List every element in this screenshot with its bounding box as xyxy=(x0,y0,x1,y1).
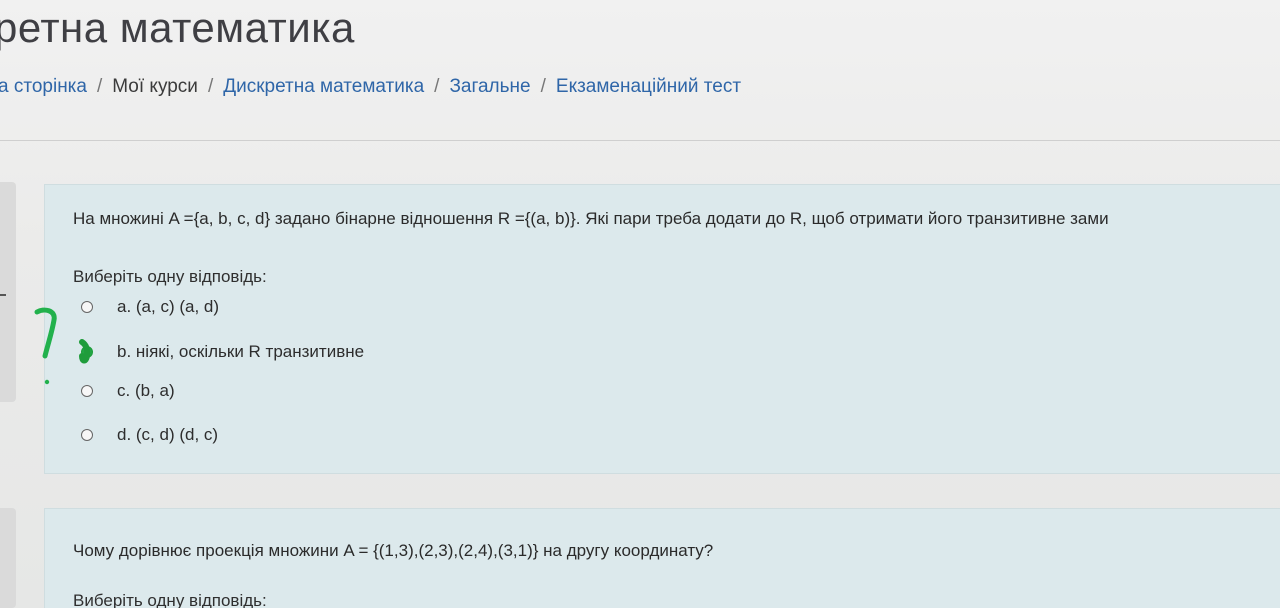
breadcrumb-quiz[interactable]: Екзаменаційний тест xyxy=(556,76,741,98)
radio-button[interactable] xyxy=(81,385,93,397)
answer-option-a[interactable]: a. (a, c) (a, d) xyxy=(81,297,219,317)
answer-label: a. (a, c) (a, d) xyxy=(117,297,220,316)
question-text: Чому дорівнює проекція множини A = {(1,3… xyxy=(73,541,714,560)
radio-button-selected[interactable] xyxy=(81,346,93,358)
answer-option-d[interactable]: d. (c, d) (d, c) xyxy=(81,425,218,445)
breadcrumb: а сторінка / Мої курси / Дискретна матем… xyxy=(0,76,741,98)
breadcrumb-separator: / xyxy=(540,76,546,97)
breadcrumb-section[interactable]: Загальне xyxy=(449,76,530,98)
answer-label: b. ніякі, оскільки R транзитивне xyxy=(117,342,365,361)
answer-label: c. (b, a) xyxy=(117,381,175,400)
answer-option-c[interactable]: c. (b, a) xyxy=(81,381,175,401)
question-info-tab[interactable] xyxy=(0,182,16,402)
breadcrumb-my-courses[interactable]: Мої курси xyxy=(112,76,198,98)
radio-button[interactable] xyxy=(81,429,93,441)
page: ретна математика а сторінка / Мої курси … xyxy=(0,0,1280,608)
answer-prompt: Виберіть одну відповідь: xyxy=(73,591,267,608)
breadcrumb-course[interactable]: Дискретна математика xyxy=(223,76,424,98)
breadcrumb-separator: / xyxy=(434,76,440,97)
question-card: Чому дорівнює проекція множини A = {(1,3… xyxy=(44,508,1280,608)
breadcrumb-separator: / xyxy=(207,76,214,97)
answer-prompt: Виберіть одну відповідь: xyxy=(73,267,267,286)
breadcrumb-home[interactable]: а сторінка xyxy=(0,76,87,98)
page-title: ретна математика xyxy=(0,4,355,51)
sidebar-marker xyxy=(0,294,6,296)
header-divider xyxy=(0,140,1280,141)
question-info-tab[interactable] xyxy=(0,508,16,608)
radio-button[interactable] xyxy=(81,301,93,313)
question-card: На множині A ={a, b, c, d} задано бінарн… xyxy=(44,184,1280,474)
question-text: На множині A ={a, b, c, d} задано бінарн… xyxy=(73,209,1109,228)
answer-option-b[interactable]: b. ніякі, оскільки R транзитивне xyxy=(81,342,364,362)
breadcrumb-separator: / xyxy=(96,76,103,97)
answer-label: d. (c, d) (d, c) xyxy=(117,425,219,444)
